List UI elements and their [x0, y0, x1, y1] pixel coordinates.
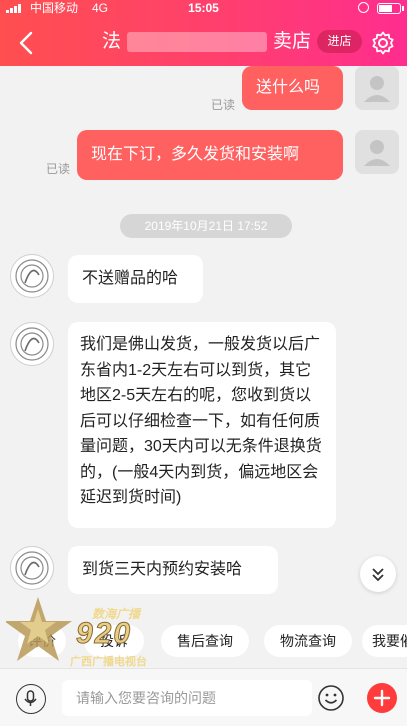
quick-reply-urge[interactable]: 我要催: [362, 625, 407, 657]
voice-input-button[interactable]: [16, 684, 46, 714]
plus-icon: [373, 689, 391, 707]
message-bubble-incoming[interactable]: 不送赠品的哈: [68, 255, 203, 303]
shop-title-end: 卖店: [273, 31, 312, 52]
broadcaster-watermark: 数海广播 920 广西广播电视台: [4, 595, 186, 670]
chevron-left-icon: [19, 31, 33, 55]
user-icon: [364, 140, 390, 166]
battery-icon: [377, 3, 404, 14]
user-avatar[interactable]: [355, 66, 399, 110]
message-timestamp: 2019年10月21日 17:52: [120, 214, 292, 238]
rotation-lock-icon: [358, 2, 369, 13]
message-bubble-incoming[interactable]: 我们是佛山发货，一般发货以后广东省内1-2天左右可以到货，其它地区2-5天左右的…: [68, 322, 336, 528]
read-receipt: 已读: [46, 162, 71, 176]
shop-logo-icon: [15, 327, 49, 361]
settings-button[interactable]: [370, 30, 396, 56]
shop-logo-icon: [15, 259, 49, 293]
quick-reply-logistics[interactable]: 物流查询: [264, 625, 352, 657]
scroll-to-bottom-button[interactable]: [360, 556, 396, 592]
shop-title: 法 卖店: [102, 29, 311, 55]
smiley-icon: [318, 685, 344, 711]
watermark-bottom-text: 广西广播电视台: [70, 656, 147, 668]
user-avatar[interactable]: [355, 130, 399, 174]
message-bubble-outgoing[interactable]: 现在下订，多久发货和安装啊: [77, 130, 343, 180]
gear-icon: [372, 31, 394, 55]
double-chevron-down-icon: [372, 568, 384, 582]
emoji-button[interactable]: [317, 684, 345, 712]
clock: 15:05: [188, 1, 219, 15]
shop-title-start: 法: [102, 31, 122, 52]
message-bubble-outgoing[interactable]: 送什么吗: [242, 66, 343, 110]
message-input-bar: [0, 668, 407, 726]
watermark-main-text: 920: [75, 617, 133, 651]
chat-header: 中国移动 4G 15:05 法 卖店 进店: [0, 0, 407, 66]
add-attachment-button[interactable]: [367, 683, 397, 713]
shop-name-redacted: [127, 32, 268, 52]
message-input[interactable]: [62, 680, 312, 716]
microphone-icon: [24, 690, 37, 706]
enter-shop-button[interactable]: 进店: [317, 30, 362, 53]
shop-logo-icon: [15, 551, 49, 585]
shop-avatar[interactable]: [10, 546, 54, 590]
shop-avatar[interactable]: [10, 254, 54, 298]
message-bubble-incoming[interactable]: 到货三天内预约安装哈: [68, 546, 278, 594]
status-bar: 中国移动 4G 15:05: [0, 0, 407, 16]
back-button[interactable]: [10, 26, 44, 60]
shop-avatar[interactable]: [10, 322, 54, 366]
user-icon: [364, 76, 390, 102]
read-receipt: 已读: [211, 98, 236, 112]
